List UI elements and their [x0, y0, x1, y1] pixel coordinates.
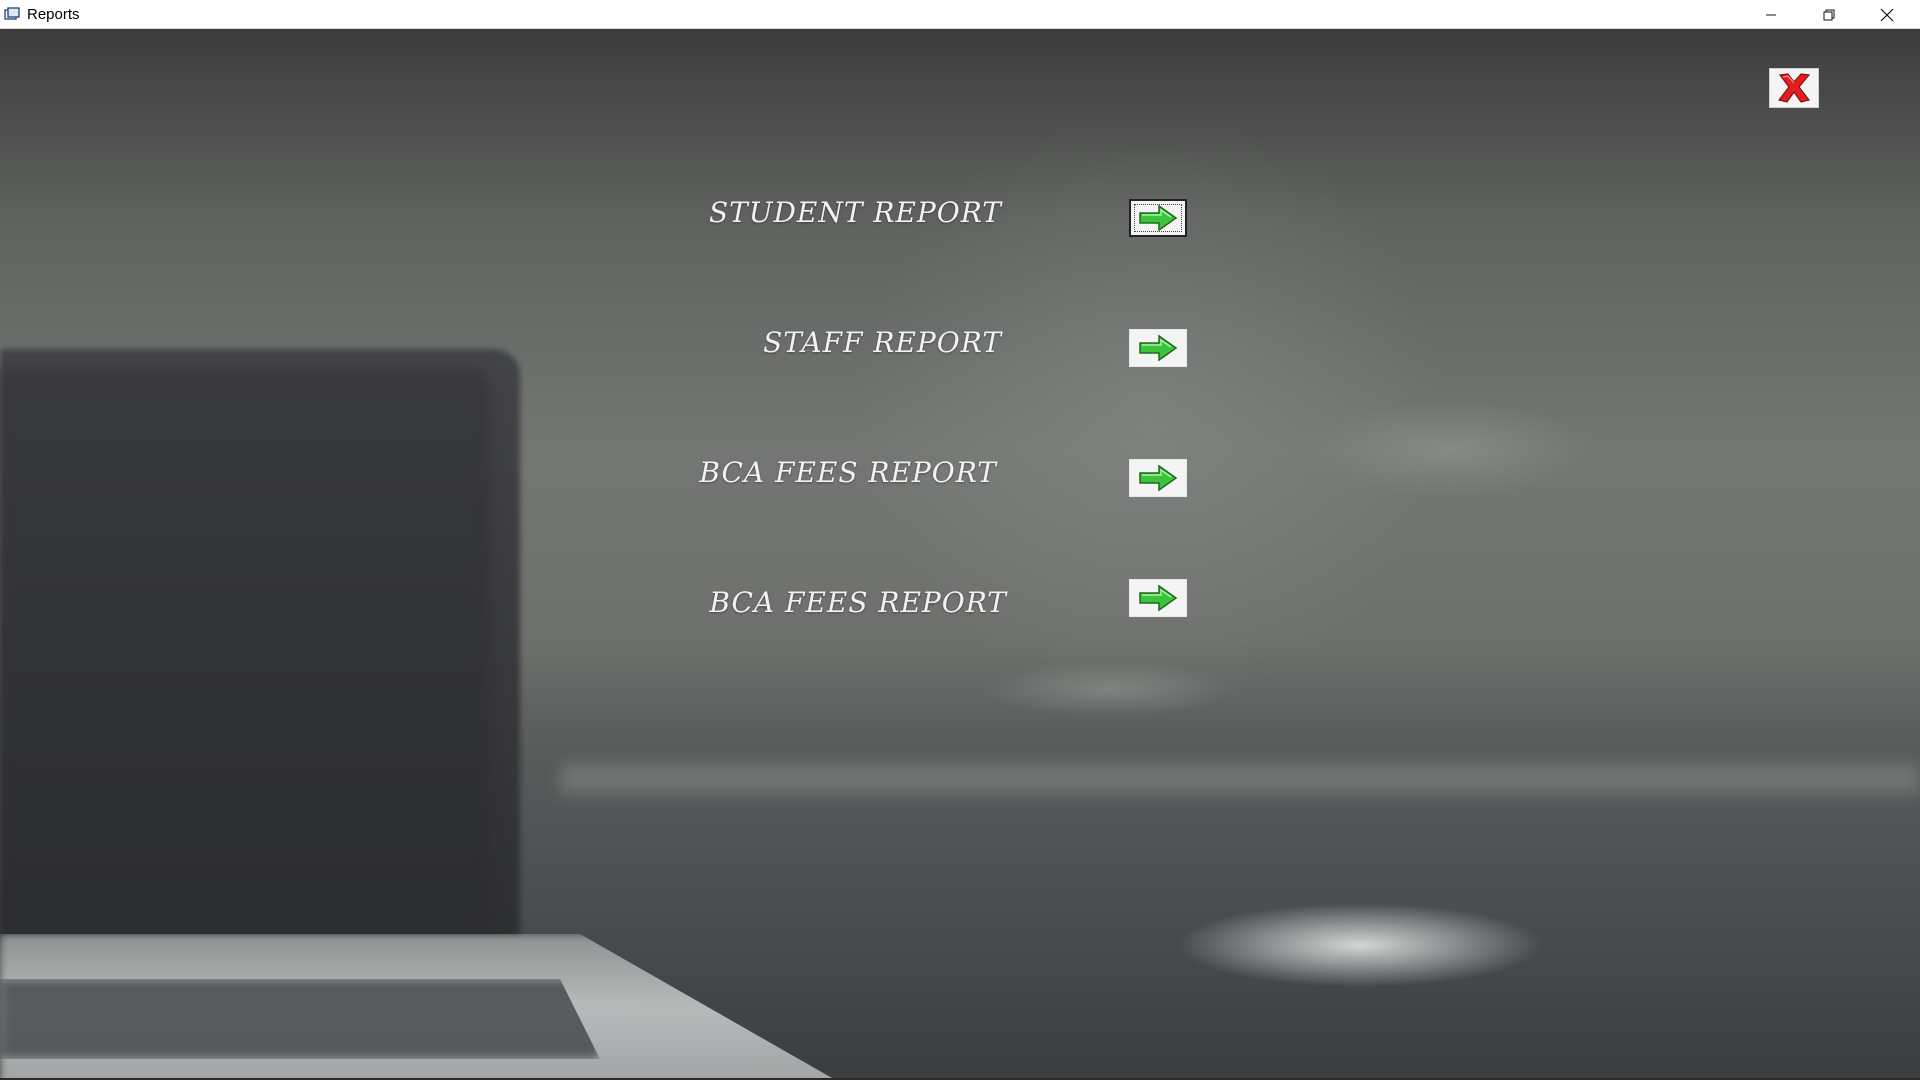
student-report-label: STUDENT REPORT [708, 196, 1002, 229]
green-arrow-right-icon [1139, 464, 1178, 492]
close-icon [1880, 8, 1894, 21]
bca-fees-report-button-2[interactable] [1129, 579, 1187, 617]
background-laptop-screen [0, 369, 490, 939]
restore-button[interactable] [1800, 0, 1858, 29]
window-title: Reports [27, 6, 80, 23]
window-close-button[interactable] [1858, 0, 1916, 29]
green-arrow-right-icon [1139, 204, 1178, 232]
green-arrow-right-icon [1139, 334, 1178, 362]
green-arrow-right-icon [1139, 584, 1178, 612]
window-titlebar: Reports [0, 0, 1920, 29]
bca-fees-report-label-2: BCA FEES REPORT [709, 586, 1007, 619]
reports-form: STUDENT REPORT STAFF REPORT BCA FEES REP… [0, 29, 1920, 1080]
minimize-icon [1766, 14, 1776, 15]
minimize-button[interactable] [1742, 0, 1800, 29]
background-laptop-keyboard [0, 979, 600, 1059]
staff-report-label: STAFF REPORT [763, 326, 1002, 359]
bca-fees-report-button[interactable] [1129, 459, 1187, 497]
exit-button[interactable] [1769, 68, 1819, 108]
student-report-button[interactable] [1129, 199, 1187, 237]
app-window-icon [4, 7, 20, 20]
restore-icon [1823, 9, 1835, 20]
staff-report-button[interactable] [1129, 329, 1187, 367]
bca-fees-report-label: BCA FEES REPORT [699, 456, 997, 489]
red-x-icon [1777, 73, 1811, 103]
background-table-edge [560, 764, 1920, 794]
